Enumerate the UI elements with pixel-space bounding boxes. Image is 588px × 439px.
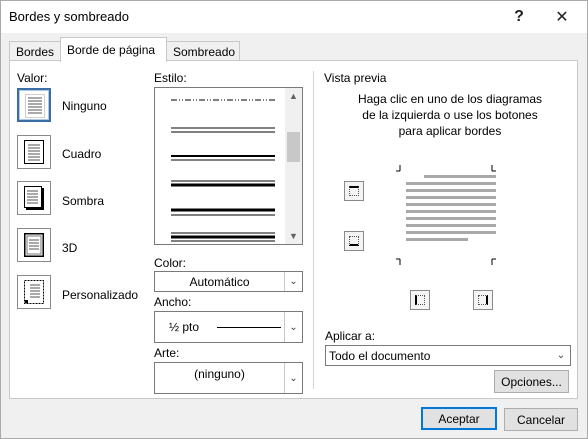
art-label: Arte: <box>154 346 180 360</box>
apply-to-dropdown[interactable]: Todo el documento ⌄ <box>325 345 571 366</box>
width-label: Ancho: <box>154 295 192 309</box>
box-border-page-icon <box>24 140 44 164</box>
art-value: (ninguno) <box>194 367 245 381</box>
custom-border-page-icon <box>24 280 44 304</box>
right-border-icon <box>478 295 488 305</box>
width-line-sample <box>217 327 281 328</box>
art-dropdown[interactable]: (ninguno) ⌄ <box>154 362 303 394</box>
title-bar: Bordes y sombreado ? ✕ <box>1 1 587 33</box>
top-border-button[interactable] <box>344 181 364 201</box>
options-button-label: Opciones... <box>501 374 562 389</box>
setting-3d-button[interactable] <box>17 228 51 262</box>
question-mark-icon: ? <box>514 8 524 25</box>
bottom-border-button[interactable] <box>344 231 364 251</box>
left-border-button[interactable] <box>410 290 430 310</box>
color-label: Color: <box>154 256 187 270</box>
preview-label: Vista previa <box>324 71 387 85</box>
chevron-down-icon: ⌄ <box>284 272 302 291</box>
color-value: Automático <box>189 275 250 289</box>
setting-box-label: Cuadro <box>62 147 102 161</box>
scroll-down-icon[interactable]: ▼ <box>285 228 302 244</box>
tab-bordes[interactable]: Bordes <box>9 41 61 61</box>
close-icon: ✕ <box>555 9 569 26</box>
right-border-button[interactable] <box>473 290 493 310</box>
bottom-border-icon <box>349 236 359 246</box>
preview-page <box>396 165 496 265</box>
options-button[interactable]: Opciones... <box>494 370 569 393</box>
color-dropdown[interactable]: Automático ⌄ <box>154 271 303 292</box>
setting-none-label: Ninguno <box>62 99 107 113</box>
no-border-page-icon <box>25 94 45 118</box>
cancel-button[interactable]: Cancelar <box>504 408 578 431</box>
width-dropdown[interactable]: ½ pto ⌄ <box>154 311 303 343</box>
close-button[interactable]: ✕ <box>542 1 582 33</box>
shadow-border-page-icon <box>24 186 44 210</box>
style-scrollbar[interactable]: ▲ ▼ <box>285 88 302 244</box>
scroll-thumb[interactable] <box>287 132 300 162</box>
apply-to-value: Todo el documento <box>329 349 431 363</box>
chevron-down-icon: ⌄ <box>284 363 302 393</box>
panel-divider <box>313 71 314 389</box>
tab-label: Bordes <box>16 45 55 59</box>
tab-sombreado[interactable]: Sombreado <box>166 41 240 61</box>
setting-shadow-label: Sombra <box>62 194 105 208</box>
estilo-label: Estilo: <box>154 71 187 85</box>
line-styles <box>171 99 275 242</box>
tab-panel: Valor: Ninguno Cuadro Sombra 3D Personal… <box>9 60 578 399</box>
width-value: ½ pto <box>169 320 200 334</box>
setting-none-button[interactable] <box>17 88 51 122</box>
help-button[interactable]: ? <box>499 1 539 33</box>
setting-custom-label: Personalizado <box>62 288 139 302</box>
3d-border-page-icon <box>24 233 44 257</box>
preview-instructions: Haga clic en uno de los diagramas de la … <box>357 92 543 138</box>
tab-bar: Bordes Borde de página Sombreado <box>1 33 587 62</box>
tab-borde-de-pagina[interactable]: Borde de página <box>60 37 167 62</box>
style-listbox[interactable]: ▲ ▼ <box>154 87 303 245</box>
setting-3d-label: 3D <box>62 241 78 255</box>
ok-button[interactable]: Aceptar <box>421 407 497 430</box>
setting-shadow-button[interactable] <box>17 181 51 215</box>
tab-label: Sombreado <box>173 45 236 59</box>
top-border-icon <box>349 186 359 196</box>
cancel-button-label: Cancelar <box>516 412 566 427</box>
apply-to-label: Aplicar a: <box>325 329 376 343</box>
chevron-down-icon: ⌄ <box>556 350 566 361</box>
tab-label: Borde de página <box>67 43 156 57</box>
setting-custom-button[interactable] <box>17 275 51 309</box>
chevron-down-icon: ⌄ <box>284 312 302 342</box>
ok-button-label: Aceptar <box>438 411 480 426</box>
scroll-up-icon[interactable]: ▲ <box>285 88 302 104</box>
borders-shading-dialog: Bordes y sombreado ? ✕ Bordes Borde de p… <box>0 0 588 439</box>
setting-box-button[interactable] <box>17 135 51 169</box>
left-border-icon <box>415 295 425 305</box>
valor-label: Valor: <box>17 71 48 85</box>
dialog-title: Bordes y sombreado <box>9 9 129 24</box>
